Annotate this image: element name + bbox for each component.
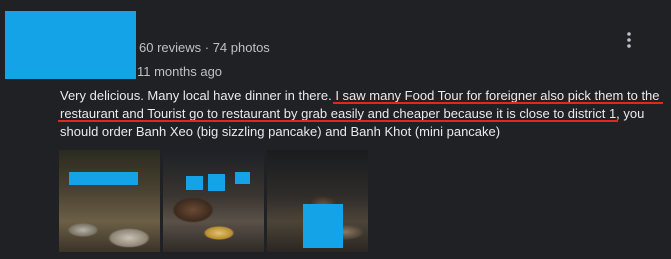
redaction-box (235, 172, 250, 184)
review-date: 11 months ago (137, 64, 223, 79)
review-card: 60 reviews · 74 photos 11 months ago Ver… (0, 0, 671, 259)
review-photos (59, 150, 368, 252)
more-options-button[interactable] (619, 30, 639, 50)
reviewer-meta: 60 reviews · 74 photos (139, 40, 270, 55)
redacted-reviewer-avatar (5, 11, 136, 79)
more-vertical-icon (627, 32, 631, 48)
highlight-underline (58, 120, 618, 122)
review-photo[interactable] (59, 150, 160, 252)
review-text: Very delicious. Many local have dinner i… (60, 87, 666, 141)
review-photo[interactable] (163, 150, 264, 252)
redaction-box (303, 204, 343, 248)
redaction-box (69, 172, 138, 185)
review-text-line: should order Banh Xeo (big sizzling panc… (60, 124, 501, 139)
review-photo[interactable] (267, 150, 368, 252)
highlight-underline (333, 102, 663, 104)
redaction-box (208, 174, 225, 191)
redaction-box (186, 176, 203, 190)
